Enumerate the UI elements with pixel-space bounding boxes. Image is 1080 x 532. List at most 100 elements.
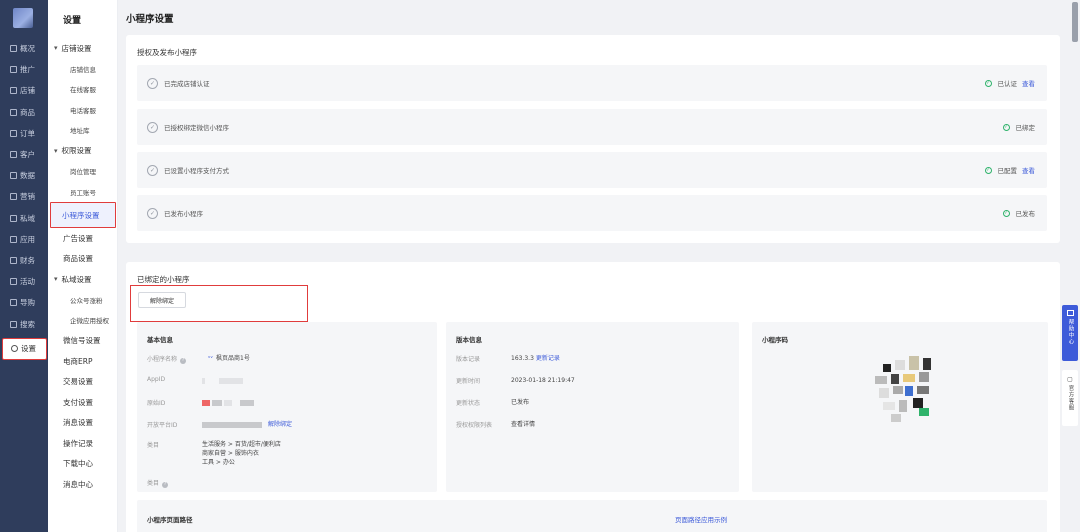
nav-item-7[interactable]: 营销 <box>0 186 48 207</box>
nav-item-label: 导购 <box>20 298 35 308</box>
category2-label: 类目? <box>147 478 202 488</box>
store-icon <box>10 87 17 95</box>
submenu-item-15[interactable]: 电商ERP <box>48 351 117 372</box>
nav-item-settings[interactable]: 设置 <box>2 337 47 360</box>
page-title: 小程序设置 <box>126 14 174 25</box>
submenu-item-19[interactable]: 操作记录 <box>48 433 117 454</box>
goods-icon <box>10 108 17 116</box>
submenu-item-10[interactable]: 商品设置 <box>48 249 117 270</box>
submenu-item-7[interactable]: 员工账号 <box>48 182 117 203</box>
auth-step-status-text: 已绑定 <box>1015 124 1036 132</box>
update-record-link[interactable]: 更新记录 <box>536 355 560 362</box>
nav-item-4[interactable]: 订单 <box>0 123 48 144</box>
masked-text <box>240 399 254 406</box>
auth-step-status: ✓ 已配置 查看 <box>984 165 1035 175</box>
auth-step-status: ✓ 已认证 查看 <box>984 78 1035 88</box>
version-value-wrap: 163.3.3 更新记录 <box>511 354 560 363</box>
nav-item-10[interactable]: 财务 <box>0 250 48 271</box>
nav-item-label: 搜索 <box>20 319 35 329</box>
submenu-item-0[interactable]: 店铺设置 <box>48 38 117 59</box>
auth-step-status: ✓ 已绑定 <box>1002 122 1036 132</box>
nav-item-3[interactable]: 商品 <box>0 102 48 123</box>
nav-item-8[interactable]: 私域 <box>0 208 48 229</box>
nav-item-12[interactable]: 导购 <box>0 292 48 313</box>
submenu-item-11[interactable]: 私域设置 <box>48 269 117 290</box>
auth-step-text: 已设置小程序支付方式 <box>164 167 229 175</box>
submenu-item-18[interactable]: 消息设置 <box>48 413 117 434</box>
nav-item-0[interactable]: 概况 <box>0 38 48 59</box>
submenu-item-12[interactable]: 公众号涨粉 <box>48 290 117 311</box>
submenu-item-1[interactable]: 店铺信息 <box>48 59 117 80</box>
permission-detail-link[interactable]: 查看详情 <box>511 420 535 429</box>
view-link[interactable]: 查看 <box>1022 165 1035 175</box>
submenu-item-16[interactable]: 交易设置 <box>48 372 117 393</box>
submenu-item-3[interactable]: 电话客服 <box>48 100 117 121</box>
nav-item-label: 数据 <box>20 171 35 181</box>
category-label: 类目 <box>147 442 160 449</box>
chat-icon: ▢ <box>1067 376 1073 383</box>
basic-info-title: 基本信息 <box>147 336 173 344</box>
auth-step-status-text: 已配置 <box>997 167 1018 175</box>
nav-item-6[interactable]: 数据 <box>0 165 48 186</box>
help-icon[interactable]: ? <box>180 358 187 364</box>
permission-label: 授权权限列表 <box>456 422 493 429</box>
open-platform-row: 开放平台ID 解除绑定 <box>147 420 292 429</box>
search-icon <box>10 320 17 328</box>
nav-item-label: 活动 <box>20 277 35 287</box>
unbind-button[interactable]: 解除绑定 <box>138 292 186 308</box>
submenu-item-13[interactable]: 企微应用授权 <box>48 310 117 331</box>
submenu-item-8[interactable]: 小程序设置 <box>50 202 116 228</box>
page-path-example-link[interactable]: 页面路径应用示例 <box>675 514 727 524</box>
appid-label: AppID <box>147 376 166 383</box>
official-service-button[interactable]: ▢ 官方客服 <box>1062 370 1078 426</box>
submenu-item-14[interactable]: 微信号设置 <box>48 331 117 352</box>
submenu-item-5[interactable]: 权限设置 <box>48 141 117 162</box>
submenu-item-21[interactable]: 消息中心 <box>48 474 117 495</box>
submenu-item-6[interactable]: 岗位管理 <box>48 161 117 182</box>
submenu-item-17[interactable]: 支付设置 <box>48 392 117 413</box>
miniprogram-logo-icon: ᵛᵛ <box>208 355 214 362</box>
help-icon[interactable]: ? <box>162 482 169 488</box>
update-time-value: 2023-01-18 21:19:47 <box>511 377 575 384</box>
nav-item-1[interactable]: 推广 <box>0 59 48 80</box>
order-icon <box>10 129 17 137</box>
mp-name-row: 小程序名称? ᵛᵛ 枫页品商1号 <box>147 354 250 364</box>
auth-step-status-text: 已认证 <box>997 80 1018 88</box>
nav-item-9[interactable]: 应用 <box>0 229 48 250</box>
permission-row: 授权权限列表 查看详情 <box>456 420 535 429</box>
submenu-item-2[interactable]: 在线客服 <box>48 79 117 100</box>
nav-item-label: 客户 <box>20 150 35 160</box>
brand-logo[interactable] <box>13 8 33 28</box>
check-circle-icon: ✓ <box>147 77 158 89</box>
nav-item-2[interactable]: 店铺 <box>0 80 48 101</box>
submenu-item-20[interactable]: 下载中心 <box>48 454 117 475</box>
success-check-icon: ✓ <box>984 166 992 174</box>
page-path-title: 小程序页面路径 <box>147 516 193 524</box>
nav-item-13[interactable]: 搜索 <box>0 313 48 334</box>
view-link[interactable]: 查看 <box>1022 78 1035 88</box>
origin-id-value-masked <box>202 398 256 407</box>
submenu-title: 设置 <box>63 16 82 26</box>
auth-step: ✓ 已完成店铺认证 ✓ 已认证 查看 <box>137 65 1047 101</box>
qr-code-panel: 小程序码 <box>752 322 1048 492</box>
nav-item-label: 营销 <box>20 192 35 202</box>
user-icon <box>10 151 17 159</box>
document-icon <box>10 66 17 74</box>
origin-id-label: 原始ID <box>147 400 166 407</box>
mp-name-label-text: 小程序名称 <box>147 356 178 363</box>
auth-step-text: 已完成店铺认证 <box>164 80 210 88</box>
masked-text <box>219 377 243 384</box>
submenu-item-4[interactable]: 地址库 <box>48 120 117 141</box>
submenu-item-9[interactable]: 广告设置 <box>48 228 117 249</box>
help-center-button[interactable]: 帮助中心 <box>1062 305 1078 361</box>
version-value: 163.3.3 <box>511 355 534 362</box>
marketing-icon <box>10 193 17 201</box>
nav-item-11[interactable]: 活动 <box>0 271 48 292</box>
nav-item-5[interactable]: 客户 <box>0 144 48 165</box>
scrollbar[interactable] <box>1072 2 1078 42</box>
update-time-label: 更新时间 <box>456 378 481 385</box>
mp-name-value-wrap: ᵛᵛ 枫页品商1号 <box>202 354 250 364</box>
page-path-panel: 小程序页面路径 页面路径应用示例 <box>137 500 1047 532</box>
mp-name-value: 枫页品商1号 <box>216 355 250 362</box>
unbind-open-link[interactable]: 解除绑定 <box>268 421 292 428</box>
